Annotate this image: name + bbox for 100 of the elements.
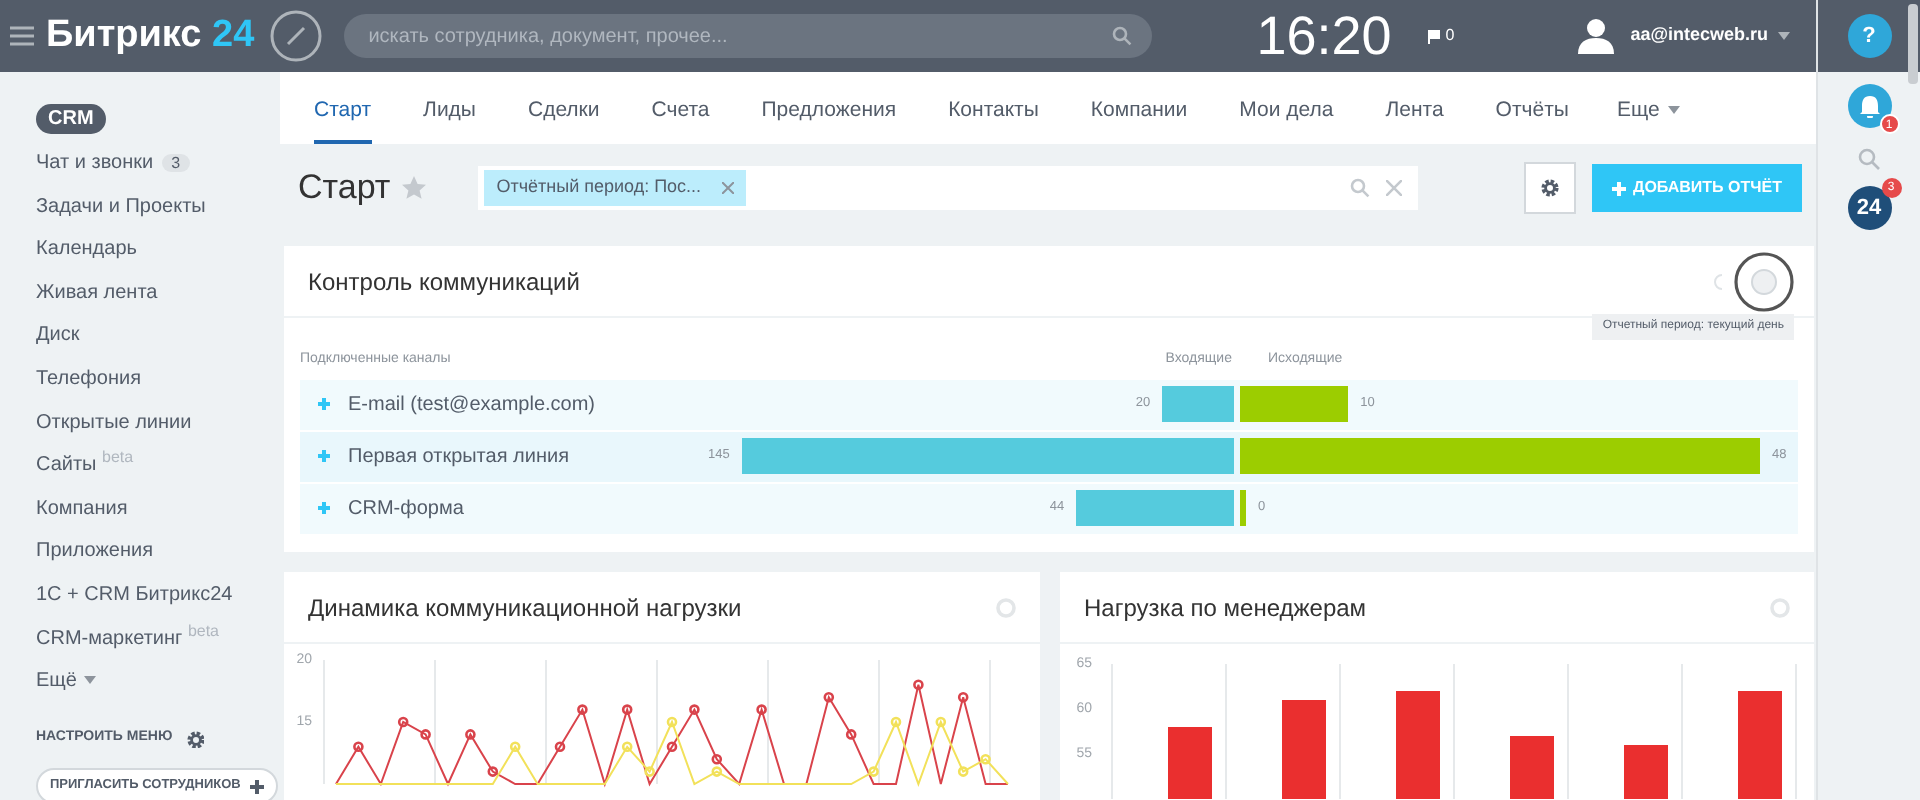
nav-tab[interactable]: Лента: [1385, 72, 1444, 144]
nav-tab[interactable]: Старт: [314, 72, 372, 144]
user-icon[interactable]: [1578, 18, 1615, 54]
flag-icon[interactable]: [1427, 29, 1440, 43]
point: [554, 741, 566, 753]
sidebar-item[interactable]: 1С + CRM Битрикс24: [36, 573, 280, 618]
nav-tab[interactable]: Предложения: [761, 72, 897, 144]
close-icon[interactable]: [1386, 180, 1403, 196]
point: [509, 741, 521, 753]
sidebar-item[interactable]: Чат и звонки 3: [36, 142, 280, 186]
point: [957, 766, 969, 777]
sidebar-item[interactable]: CRM: [36, 104, 106, 134]
search-icon[interactable]: [1112, 26, 1133, 46]
clock-time: 16:20: [1256, 9, 1392, 63]
scrollbar[interactable]: [1908, 4, 1918, 84]
count-badge: 3: [161, 154, 191, 172]
point: [666, 716, 678, 728]
bar: [1282, 700, 1326, 799]
filter-field[interactable]: Отчётный период: Пос...: [478, 166, 1419, 210]
sidebar-item[interactable]: Ещё: [36, 660, 280, 704]
point: [868, 766, 879, 777]
close-icon[interactable]: [721, 182, 734, 194]
card-title: Контроль коммуникаций: [308, 266, 580, 300]
toggle-icon[interactable]: [1710, 274, 1722, 290]
channel-name: E-mail (test@example.com): [348, 391, 598, 419]
sidebar-item[interactable]: Приложения: [36, 530, 280, 574]
filter-tag[interactable]: Отчётный период: Пос...: [484, 170, 746, 206]
point: [980, 753, 991, 765]
sidebar-item[interactable]: Календарь: [36, 228, 280, 272]
point: [913, 679, 924, 691]
gear-icon: [1537, 176, 1561, 200]
bar: [1510, 736, 1554, 799]
channel-name: Первая открытая линия: [348, 443, 571, 471]
point: [487, 766, 499, 777]
user-name[interactable]: aa@intecweb.ru: [1630, 22, 1769, 50]
bar: [1738, 691, 1782, 799]
settings-icon[interactable]: [996, 598, 1016, 618]
channel-name: CRM-форма: [348, 495, 466, 523]
outgoing-bar: [1240, 490, 1246, 526]
sidebar-item[interactable]: CRM-маркетинг $^{beta}$: [36, 617, 280, 661]
page-title: Старт: [298, 166, 391, 211]
nav-tab[interactable]: Мои дела: [1239, 72, 1334, 144]
sidebar-item[interactable]: Открытые линии: [36, 401, 280, 445]
compass-icon[interactable]: [270, 10, 323, 62]
nav-tab[interactable]: Контакты: [948, 72, 1039, 144]
settings-button[interactable]: [1523, 162, 1575, 214]
point: [711, 753, 723, 765]
sidebar-item[interactable]: Сайты $^{beta}$: [36, 444, 280, 488]
nav-tab[interactable]: Лиды: [423, 72, 476, 144]
card-title: Нагрузка по менеджерам: [1084, 592, 1367, 626]
messenger-button[interactable]: 24: [1847, 186, 1891, 230]
logo[interactable]: Битрикс 24: [46, 7, 255, 65]
sidebar-item[interactable]: Живая лента: [36, 271, 280, 315]
settings-icon[interactable]: [1770, 598, 1790, 618]
sidebar-item[interactable]: Телефония: [36, 357, 280, 402]
nav-tab[interactable]: Сделки: [527, 72, 600, 144]
sidebar-item[interactable]: Диск: [36, 314, 280, 358]
point: [621, 741, 633, 753]
point: [621, 704, 633, 715]
search-icon[interactable]: [1350, 178, 1371, 198]
plus-icon: [318, 501, 330, 514]
bell-icon: [1859, 95, 1879, 117]
point: [465, 729, 476, 740]
point: [845, 729, 857, 740]
outgoing-bar: [1240, 386, 1349, 422]
caret-icon: [84, 676, 97, 685]
incoming-bar: [1162, 386, 1234, 422]
plus-icon: [1611, 181, 1625, 195]
sidebar-item[interactable]: Задачи и Проекты: [36, 185, 280, 229]
point: [711, 766, 723, 777]
search-icon[interactable]: [1858, 148, 1880, 170]
plus-icon: [318, 397, 330, 410]
bar: [1396, 691, 1440, 799]
nav-tab[interactable]: Компании: [1090, 72, 1188, 144]
flag-count: 0: [1445, 24, 1455, 48]
notifications-button[interactable]: [1847, 84, 1891, 128]
nav-tab[interactable]: Отчёты: [1495, 72, 1569, 144]
plus-icon: [318, 449, 330, 462]
menu-icon[interactable]: [10, 26, 34, 46]
point: [756, 704, 767, 715]
caret-icon: [1667, 106, 1680, 115]
caret-icon: [1778, 32, 1791, 40]
search-field[interactable]: искать сотрудника, документ, прочее...: [344, 14, 1153, 58]
card-title: Динамика коммуникационной нагрузки: [308, 592, 742, 626]
point: [397, 716, 409, 728]
nav-tab[interactable]: Счета: [651, 72, 710, 144]
bar: [1168, 727, 1212, 799]
bar: [1624, 745, 1668, 799]
point: [689, 704, 700, 715]
point: [823, 691, 835, 703]
star-icon[interactable]: [402, 176, 427, 200]
point: [644, 766, 655, 777]
point: [577, 704, 588, 715]
point: [353, 741, 364, 753]
point: [935, 716, 947, 728]
nav-tab[interactable]: Еще: [1616, 72, 1680, 144]
sidebar-item[interactable]: Компания: [36, 487, 280, 531]
gear-icon: [184, 727, 205, 748]
highlighted-toggle-icon[interactable]: [1734, 252, 1794, 312]
plus-icon: [250, 779, 265, 794]
